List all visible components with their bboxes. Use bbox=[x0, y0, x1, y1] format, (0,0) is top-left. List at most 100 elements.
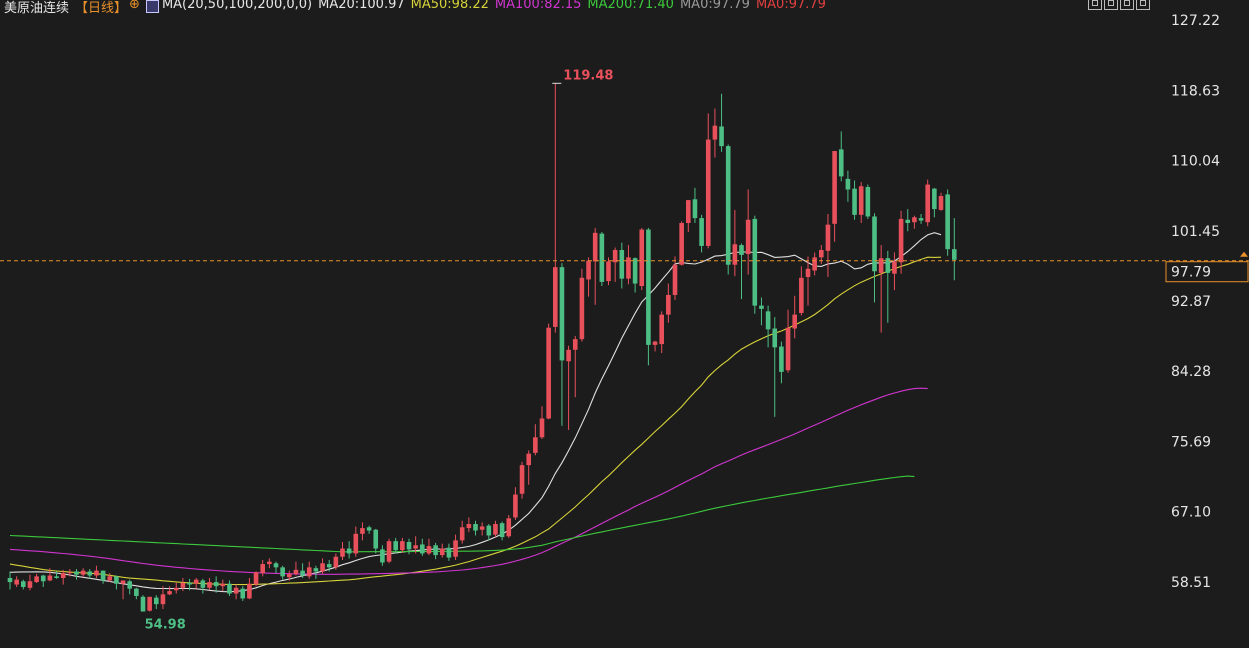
candle bbox=[699, 214, 704, 253]
candle-body bbox=[892, 261, 897, 274]
ma0-red-value: MA0:97.79 bbox=[755, 0, 826, 12]
period-label[interactable]: 【日线】 bbox=[75, 0, 127, 16]
candle bbox=[87, 568, 93, 579]
candle-body bbox=[599, 233, 605, 282]
candle bbox=[453, 534, 458, 560]
candle-body bbox=[486, 525, 492, 536]
candle bbox=[666, 283, 671, 323]
settings-icon[interactable]: ⊕ bbox=[129, 0, 140, 15]
candle-body bbox=[592, 232, 598, 262]
candle-body bbox=[819, 250, 824, 258]
candle-body bbox=[506, 518, 512, 537]
candle bbox=[114, 575, 119, 590]
candle-body bbox=[566, 349, 571, 362]
candle bbox=[626, 245, 631, 285]
candle bbox=[400, 537, 405, 553]
candle bbox=[340, 542, 345, 560]
candle-body bbox=[147, 596, 152, 611]
candle bbox=[14, 576, 19, 587]
candle-body bbox=[606, 261, 611, 282]
candle-body bbox=[865, 187, 871, 217]
candle bbox=[712, 108, 718, 158]
indicator-name[interactable]: MA(20,50,100,200,0,0) bbox=[162, 0, 312, 15]
candle bbox=[180, 577, 186, 592]
candle-body bbox=[952, 249, 957, 260]
candle-body bbox=[945, 194, 950, 250]
candle bbox=[207, 577, 212, 590]
candle-body bbox=[320, 563, 325, 572]
candle bbox=[586, 257, 591, 297]
candle-body bbox=[74, 571, 79, 575]
candle-body bbox=[280, 567, 285, 577]
candle-body bbox=[799, 277, 804, 313]
candle-body bbox=[519, 465, 525, 494]
chart-header: 美原油连续 【日线】 ⊕ MA(20,50,100,200,0,0) MA20:… bbox=[4, 0, 832, 16]
candle bbox=[267, 558, 272, 569]
y-tick-label: 118.63 bbox=[1171, 83, 1220, 99]
candle bbox=[240, 586, 246, 601]
candle-body bbox=[154, 597, 159, 605]
candle-body bbox=[785, 327, 791, 371]
candle bbox=[160, 586, 166, 610]
candle-body bbox=[67, 572, 73, 574]
candle bbox=[725, 144, 731, 275]
ma0-gray-value: MA0:97.79 bbox=[679, 0, 750, 12]
candle bbox=[280, 565, 285, 580]
window-icon[interactable] bbox=[1104, 0, 1118, 10]
candle bbox=[273, 561, 279, 574]
candle-body bbox=[825, 224, 831, 251]
candle bbox=[838, 131, 844, 182]
candle bbox=[34, 573, 39, 583]
candle-body bbox=[619, 250, 625, 279]
candle-body bbox=[134, 588, 139, 596]
candle bbox=[333, 553, 339, 570]
candle bbox=[21, 579, 26, 590]
candle-body bbox=[646, 229, 651, 345]
candle bbox=[779, 341, 784, 384]
candle-body bbox=[712, 125, 718, 140]
candle-body bbox=[513, 494, 518, 518]
candle-body bbox=[114, 576, 119, 584]
candle bbox=[193, 577, 199, 589]
candle bbox=[905, 209, 911, 232]
candle-body bbox=[247, 583, 252, 599]
candle bbox=[932, 187, 937, 218]
candle-body bbox=[652, 341, 658, 345]
candle bbox=[506, 515, 512, 538]
layout-icon[interactable] bbox=[1120, 0, 1134, 10]
ma20-value: MA20:100.97 bbox=[318, 0, 405, 12]
candle-body bbox=[380, 549, 385, 563]
candle-body bbox=[466, 524, 472, 529]
candle bbox=[233, 584, 239, 600]
candle bbox=[360, 522, 365, 541]
candle-body bbox=[200, 580, 206, 588]
candle-body bbox=[207, 582, 212, 588]
candle bbox=[353, 526, 359, 557]
candle-body bbox=[838, 149, 844, 177]
ma100-value: MA100:82.15 bbox=[494, 0, 582, 12]
indicator-icon[interactable] bbox=[145, 0, 159, 13]
candle-body bbox=[938, 196, 944, 210]
candle-body bbox=[925, 184, 930, 223]
candle-body bbox=[406, 542, 412, 550]
candle-body bbox=[213, 582, 219, 587]
candle bbox=[599, 232, 605, 286]
candlestick-chart[interactable]: 127.22 118.63 110.04 101.45 92.87 84.28 75.69 6… bbox=[0, 0, 1249, 648]
candle-body bbox=[912, 217, 917, 223]
candle bbox=[127, 579, 132, 595]
ma200-value: MA200:71.40 bbox=[587, 0, 674, 12]
crosshair-icon[interactable] bbox=[1088, 0, 1102, 10]
candle-body bbox=[360, 528, 365, 534]
candle bbox=[679, 221, 684, 266]
candle-body bbox=[240, 588, 246, 599]
candle-body bbox=[187, 582, 192, 585]
expand-icon[interactable] bbox=[1136, 0, 1150, 10]
candle-body bbox=[446, 547, 452, 558]
last-price-marker-icon bbox=[1240, 251, 1248, 257]
candle-body bbox=[705, 139, 711, 246]
candle-body bbox=[173, 587, 179, 591]
candle-body bbox=[759, 305, 764, 309]
candle-body bbox=[413, 545, 418, 549]
candle bbox=[619, 242, 625, 289]
candle-body bbox=[100, 570, 106, 581]
